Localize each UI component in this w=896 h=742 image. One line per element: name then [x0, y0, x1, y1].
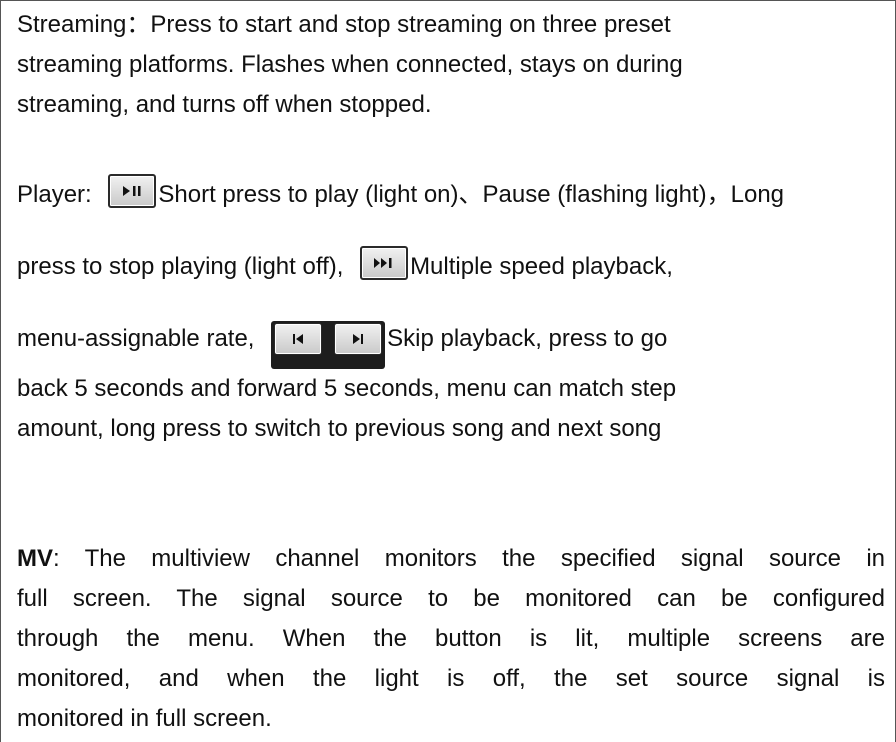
mv-line-5: monitored in full screen. — [17, 705, 272, 732]
skip-forward-icon — [353, 334, 364, 344]
mv-line-1-text: : The multiview channel monitors the spe… — [53, 545, 885, 572]
skip-back-button-image — [274, 323, 323, 355]
document-page: Streaming：Press to start and stop stream… — [0, 0, 896, 742]
mv-section: MV: The multiview channel monitors the s… — [17, 539, 885, 739]
streaming-section: Streaming：Press to start and stop stream… — [17, 5, 885, 125]
mv-label: MV — [17, 545, 53, 572]
player-line-4: back 5 seconds and forward 5 seconds, me… — [17, 375, 677, 402]
skip-forward-button-image — [334, 323, 383, 355]
streaming-line-2: streaming platforms. Flashes when connec… — [17, 51, 683, 78]
player-line-3: menu-assignable rate, Skip playback, pre… — [17, 317, 885, 369]
fast-forward-icon — [374, 258, 392, 268]
player-play-text: Short press to play (light on)、Pause (fl… — [158, 181, 785, 208]
mv-line-3: through the menu. When the button is lit… — [17, 625, 885, 652]
player-section: Player: Short press to play (light on)、P… — [17, 173, 885, 449]
skip-buttons-image — [271, 321, 386, 369]
player-line-2-suffix: Multiple speed playback, — [410, 253, 673, 280]
mv-line-2: full screen. The signal source to be mon… — [17, 585, 885, 612]
mv-line-4: monitored, and when the light is off, th… — [17, 665, 885, 692]
mv-line-1: MV: The multiview channel monitors the s… — [17, 539, 885, 579]
play-pause-button-image — [108, 174, 157, 208]
fast-forward-button-image — [360, 246, 409, 280]
player-line-1: Player: Short press to play (light on)、P… — [17, 173, 885, 217]
player-line-2-prefix: press to stop playing (light off), — [17, 253, 344, 280]
player-line-5: amount, long press to switch to previous… — [17, 415, 662, 442]
play-pause-icon — [123, 186, 141, 196]
player-line-2: press to stop playing (light off), Multi… — [17, 245, 885, 289]
player-line-3-prefix: menu-assignable rate, — [17, 325, 255, 352]
streaming-line-3: streaming, and turns off when stopped. — [17, 91, 432, 118]
player-label: Player: — [17, 181, 92, 208]
streaming-line-1: Streaming：Press to start and stop stream… — [17, 11, 671, 38]
player-line-3-suffix: Skip playback, press to go — [387, 325, 668, 352]
skip-back-icon — [293, 334, 304, 344]
